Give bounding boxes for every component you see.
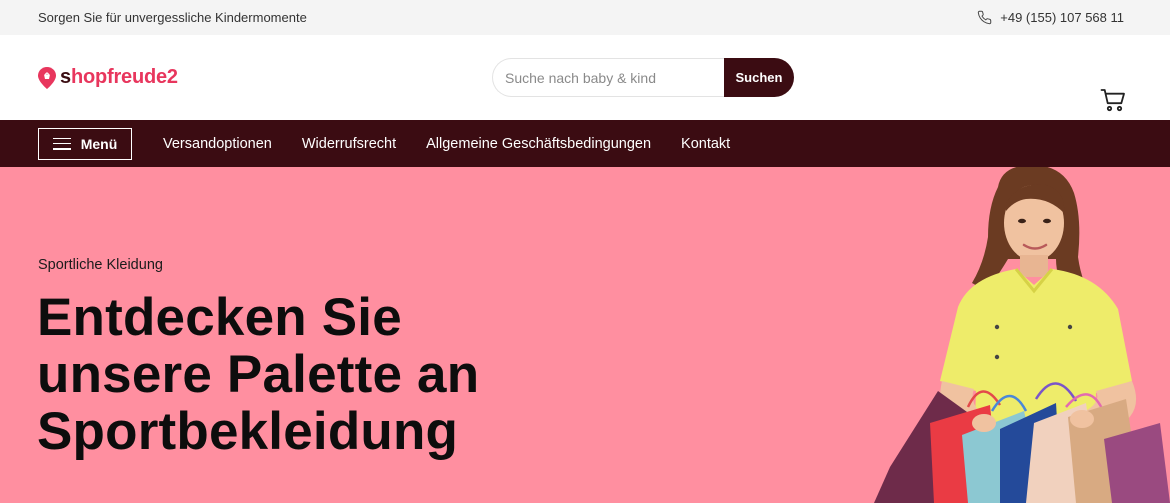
menu-button[interactable]: Menü — [38, 127, 132, 160]
nav-links: Versandoptionen Widerrufsrecht Allgemein… — [163, 136, 730, 152]
location-pin-icon — [38, 66, 56, 89]
hero-subtitle: Sportliche Kleidung — [38, 257, 163, 273]
search-button[interactable]: Suchen — [724, 58, 794, 97]
hero-title-line: Sportbekleidung — [37, 402, 459, 461]
site-header: shopfreude2 Suche n — [0, 35, 1170, 120]
phone-number[interactable]: +49 (155) 107 568 11 — [1000, 10, 1124, 25]
logo-text: shopfreude2 — [60, 66, 178, 88]
phone-icon — [978, 10, 992, 25]
phone-contact[interactable]: +49 (155) 107 568 11 — [977, 10, 1124, 25]
search-input[interactable] — [492, 58, 724, 97]
nav-link-agb[interactable]: Allgemeine Geschäftsbedingungen — [426, 136, 651, 152]
hero-title-line: unsere Palette an — [37, 345, 480, 404]
nav-link-versandoptionen[interactable]: Versandoptionen — [163, 136, 272, 152]
hero-image-woman-with-shopping-bags — [874, 167, 1170, 503]
menu-label: Menü — [80, 135, 118, 152]
top-bar: Sorgen Sie für unvergessliche Kindermome… — [0, 0, 1170, 35]
search-form: Suche n — [492, 58, 794, 97]
hamburger-icon — [52, 137, 71, 150]
hero-title: Entdecken Sie unsere Palette an Sportbek… — [37, 289, 479, 460]
nav-link-kontakt[interactable]: Kontakt — [681, 136, 730, 152]
main-nav: Menü Versandoptionen Widerrufsrecht Allg… — [0, 120, 1170, 167]
hero-banner: Sportliche Kleidung Entdecken Sie unsere… — [0, 167, 1170, 503]
site-logo[interactable]: shopfreude2 — [38, 66, 178, 89]
hero-title-line: Entdecken Sie — [37, 288, 402, 347]
nav-link-widerrufsrecht[interactable]: Widerrufsrecht — [302, 136, 396, 152]
tagline: Sorgen Sie für unvergessliche Kindermome… — [38, 10, 307, 25]
cart-icon[interactable] — [1100, 87, 1126, 113]
